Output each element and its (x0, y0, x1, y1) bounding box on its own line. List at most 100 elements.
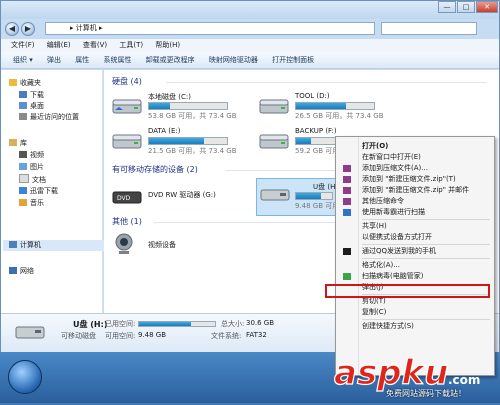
menu-item-label: 复制(C) (362, 308, 387, 316)
group-divider (166, 82, 486, 83)
svg-text:aspku: aspku (334, 353, 448, 393)
menu-item[interactable]: 在新窗口中打开(E) (338, 152, 500, 163)
maximize-button[interactable]: □ (457, 1, 475, 13)
total-label: 总大小: (221, 320, 245, 328)
uninstall-button[interactable]: 卸载或更改程序 (146, 52, 195, 69)
details-kind: 可移动磁盘 (61, 332, 96, 340)
menu-item[interactable]: 创建快捷方式(S) (338, 321, 500, 332)
address-bar[interactable]: ▸ 计算机 ▸ (45, 22, 375, 35)
document-icon (19, 174, 29, 183)
menu-item[interactable]: 格式化(A)... (338, 260, 500, 271)
map-drive-button[interactable]: 映射网络驱动器 (209, 52, 258, 69)
back-button[interactable]: ◀ (5, 22, 19, 36)
menu-item[interactable]: 以便携式设备方式打开 (338, 232, 500, 243)
menu-item[interactable]: 打开(O) (338, 141, 500, 152)
drive-name: DATA (E:) (148, 127, 181, 135)
menu-item[interactable]: 共享(H)▶ (338, 221, 500, 232)
menu-item[interactable]: 添加到压缩文件(A)... (338, 163, 500, 174)
menu-item-label: 在新窗口中打开(E) (362, 153, 421, 161)
nav-favorites[interactable]: 收藏夹 (9, 78, 41, 89)
menu-separator (362, 319, 490, 320)
device-name: 视频设备 (148, 241, 176, 249)
system-properties-button[interactable]: 系统属性 (103, 52, 131, 69)
fs-value: FAT32 (246, 331, 267, 339)
nav-recent[interactable]: 最近访问的位置 (19, 112, 79, 123)
capacity-bar (148, 102, 228, 110)
search-input[interactable] (381, 22, 477, 35)
menu-tools[interactable]: 工具(T) (119, 39, 143, 52)
free-value: 9.48 GB (138, 331, 167, 339)
menu-item-label: 添加到压缩文件(A)... (362, 164, 428, 172)
menu-item[interactable]: 通过QQ发送到我的手机 (338, 246, 500, 257)
drive-name: DVD RW 驱动器 (G:) (148, 191, 216, 199)
menu-edit[interactable]: 编辑(E) (47, 39, 71, 52)
nav-libraries[interactable]: 库 (9, 138, 27, 149)
start-button[interactable] (8, 360, 42, 394)
menu-help[interactable]: 帮助(H) (155, 39, 180, 52)
control-panel-button[interactable]: 打开控制面板 (272, 52, 314, 69)
xunlei-icon (19, 187, 27, 194)
dvd-drive-icon: DVD (112, 188, 142, 206)
menu-item-label: 扫描病毒(电脑管家) (362, 272, 424, 280)
qq-icon (343, 248, 351, 255)
menu-item[interactable]: 添加到 "新建压缩文件.zip" 并邮件 (338, 185, 500, 196)
minimize-button[interactable]: — (438, 1, 456, 13)
menu-separator (362, 219, 490, 220)
watermark-slogan: 免费网站源码下载站！ (386, 389, 466, 398)
organize-button[interactable]: 组织 ▾ (13, 52, 33, 69)
group-removable[interactable]: 有可移动存储的设备 (2) (112, 164, 198, 176)
nav-documents[interactable]: 文档 (19, 174, 46, 185)
winrar-icon (343, 198, 351, 205)
drive-c[interactable]: 本地磁盘 (C:) 53.8 GB 可用，共 73.4 GB (112, 92, 262, 126)
drive-name: 本地磁盘 (C:) (148, 93, 191, 101)
menu-item-label: 剪切(T) (362, 297, 386, 305)
menu-bar: 文件(F) 编辑(E) 查看(V) 工具(T) 帮助(H) (1, 39, 499, 52)
desktop-icon (19, 102, 27, 109)
nav-computer[interactable]: 计算机 (3, 240, 107, 251)
menu-file[interactable]: 文件(F) (11, 39, 35, 52)
svg-text:DVD: DVD (117, 195, 131, 202)
computer-icon (9, 241, 17, 248)
capacity-fill (296, 193, 321, 199)
menu-separator (362, 244, 490, 245)
menu-item-label: 使用新毒霸进行扫描 (362, 208, 425, 216)
details-capacity-bar (138, 321, 216, 327)
nav-network[interactable]: 网络 (9, 266, 34, 277)
menu-item-label: 通过QQ发送到我的手机 (362, 247, 437, 255)
nav-videos[interactable]: 视频 (19, 150, 44, 161)
properties-button[interactable]: 属性 (75, 52, 89, 69)
nav-downloads[interactable]: 下载 (19, 90, 44, 101)
group-hard-disks[interactable]: 硬盘 (4) (112, 76, 142, 88)
menu-item-label: 打开(O) (362, 142, 389, 150)
drive-name: BACKUP (F:) (295, 127, 337, 135)
video-device[interactable]: 视频设备 (112, 232, 262, 266)
nav-music[interactable]: 音乐 (19, 198, 44, 209)
nav-desktop[interactable]: 桌面 (19, 101, 44, 112)
drive-d[interactable]: TOOL (D:) 26.5 GB 可用，共 73.4 GB (259, 92, 409, 126)
close-button[interactable]: ✕ (476, 1, 498, 13)
menu-separator (362, 258, 490, 259)
nav-pictures[interactable]: 图片 (19, 162, 44, 173)
menu-item-label: 其他压缩命令 (362, 197, 404, 205)
group-other[interactable]: 其他 (1) (112, 216, 142, 228)
context-menu: 打开(O) 在新窗口中打开(E) 添加到压缩文件(A)... 添加到 "新建压缩文件.… (335, 136, 495, 376)
capacity-fill (149, 138, 205, 144)
menu-item[interactable]: 扫描病毒(电脑管家) (338, 271, 500, 282)
drive-e[interactable]: DATA (E:) 21.5 GB 可用，共 73.4 GB (112, 127, 262, 161)
drive-g[interactable]: DVD DVD RW 驱动器 (G:) (112, 182, 262, 216)
hard-disk-icon (112, 98, 142, 116)
guanjia-icon (343, 273, 351, 280)
nav-xunlei[interactable]: 迅雷下载 (19, 186, 58, 197)
menu-item[interactable]: 其他压缩命令▶ (338, 196, 500, 207)
menu-item-label: 格式化(A)... (362, 261, 400, 269)
address-path: ▸ 计算机 ▸ (70, 24, 103, 32)
menu-item[interactable]: 复制(C) (338, 307, 500, 318)
winrar-icon (343, 165, 351, 172)
drive-caption: 26.5 GB 可用，共 73.4 GB (295, 112, 384, 120)
menu-item[interactable]: 添加到 "新建压缩文件.zip"(T) (338, 174, 500, 185)
forward-button[interactable]: ▶ (21, 22, 35, 36)
menu-view[interactable]: 查看(V) (83, 39, 107, 52)
menu-item[interactable]: 使用新毒霸进行扫描 (338, 207, 500, 218)
eject-button[interactable]: 弹出 (47, 52, 61, 69)
free-label: 可用空间: (105, 332, 136, 340)
